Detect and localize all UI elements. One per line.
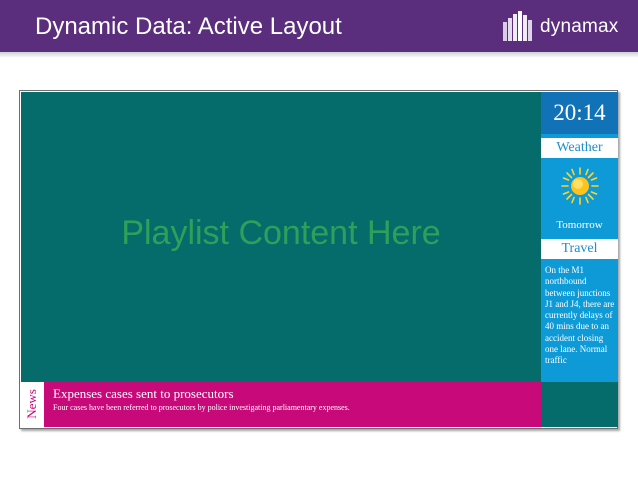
corner-zone xyxy=(541,382,618,427)
building-logo-icon xyxy=(503,11,532,41)
layout-preview: Playlist Content Here 20:14 Weather Tomo… xyxy=(19,90,618,429)
travel-heading: Travel xyxy=(541,239,618,259)
header-shadow xyxy=(0,52,638,58)
logo-text: dynamax xyxy=(540,16,619,37)
header-bar: Dynamic Data: Active Layout dynamax xyxy=(0,0,638,52)
travel-info-text: On the M1 northbound between junctions J… xyxy=(545,265,615,366)
sun-icon xyxy=(561,167,599,205)
dynamax-logo: dynamax xyxy=(502,10,632,42)
news-ticker: News Expenses cases sent to prosecutors … xyxy=(21,382,541,427)
news-body-text: Four cases have been referred to prosecu… xyxy=(53,403,350,412)
info-sidebar: 20:14 Weather Tomorrow Travel On the M1 … xyxy=(541,92,618,382)
news-tab: News xyxy=(21,382,44,427)
playlist-zone: Playlist Content Here xyxy=(21,92,541,382)
news-tab-label: News xyxy=(24,389,39,419)
news-headline: Expenses cases sent to prosecutors xyxy=(53,386,234,401)
playlist-placeholder-text: Playlist Content Here xyxy=(121,214,441,252)
clock-display: 20:14 xyxy=(541,92,618,134)
tomorrow-label: Tomorrow xyxy=(556,219,603,231)
weather-heading: Weather xyxy=(541,138,618,158)
page-title: Dynamic Data: Active Layout xyxy=(35,13,342,40)
